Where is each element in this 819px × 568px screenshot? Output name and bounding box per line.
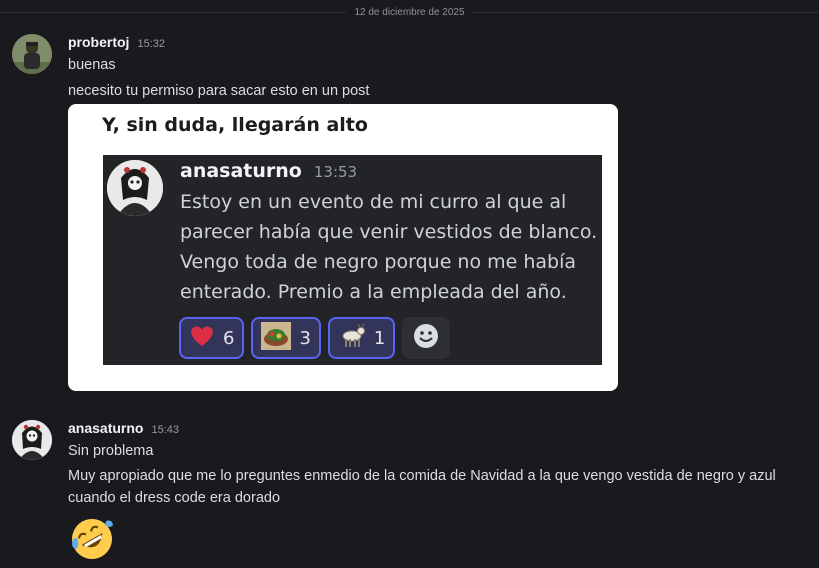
smile-icon xyxy=(413,323,439,353)
avatar xyxy=(107,160,163,216)
screenshot-message: anasaturno 13:53 Estoy en un evento de m… xyxy=(103,155,602,365)
reaction-food: 3 xyxy=(251,317,321,359)
username[interactable]: anasaturno xyxy=(68,420,143,436)
message-anasaturno: anasaturno 15:43 Sin problema Muy apropi… xyxy=(12,420,809,566)
heart-icon xyxy=(189,324,215,352)
timestamp: 13:53 xyxy=(313,163,358,181)
timestamp: 15:32 xyxy=(137,38,165,50)
message-header: anasaturno 15:43 xyxy=(68,420,809,440)
message-header: probertoj 15:32 xyxy=(68,34,809,54)
username[interactable]: probertoj xyxy=(68,34,129,50)
reaction-bar: 6 3 1 xyxy=(179,317,451,359)
message-line: buenas xyxy=(68,57,116,73)
reaction-count: 1 xyxy=(373,327,386,349)
reaction-count: 3 xyxy=(299,327,311,349)
message-content: anasaturno 15:43 Sin problema Muy apropi… xyxy=(68,420,809,563)
message-line: Muy apropiado que me lo preguntes enmedi… xyxy=(68,468,776,506)
add-reaction-button xyxy=(402,317,451,359)
attached-image[interactable]: Y, sin duda, llegarán alto anasaturno 13… xyxy=(68,104,618,391)
reaction-goat: 1 xyxy=(327,317,396,359)
message-line: necesito tu permiso para sacar esto en u… xyxy=(68,83,370,99)
screenshot-header: anasaturno 13:53 xyxy=(180,160,357,182)
message-probertoj: probertoj 15:32 buenas necesito tu permi… xyxy=(12,34,809,394)
image-caption: Y, sin duda, llegarán alto xyxy=(102,114,368,136)
divider-date: 12 de diciembre de 2025 xyxy=(346,6,473,18)
goat-icon xyxy=(338,323,366,353)
timestamp: 15:43 xyxy=(151,424,179,436)
avatar[interactable] xyxy=(12,34,52,74)
avatar[interactable] xyxy=(12,420,52,460)
reaction-count: 6 xyxy=(223,327,235,349)
food-bowl-icon xyxy=(261,322,292,354)
rofl-emoji-icon xyxy=(68,515,116,563)
reaction-heart: 6 xyxy=(179,317,245,359)
date-divider: 12 de diciembre de 2025 xyxy=(0,4,819,20)
message-content: probertoj 15:32 buenas necesito tu permi… xyxy=(68,34,809,102)
message-line: Sin problema xyxy=(68,443,154,459)
username: anasaturno xyxy=(180,160,302,182)
screenshot-text: Estoy en un evento de mi curro al que al… xyxy=(180,191,598,303)
